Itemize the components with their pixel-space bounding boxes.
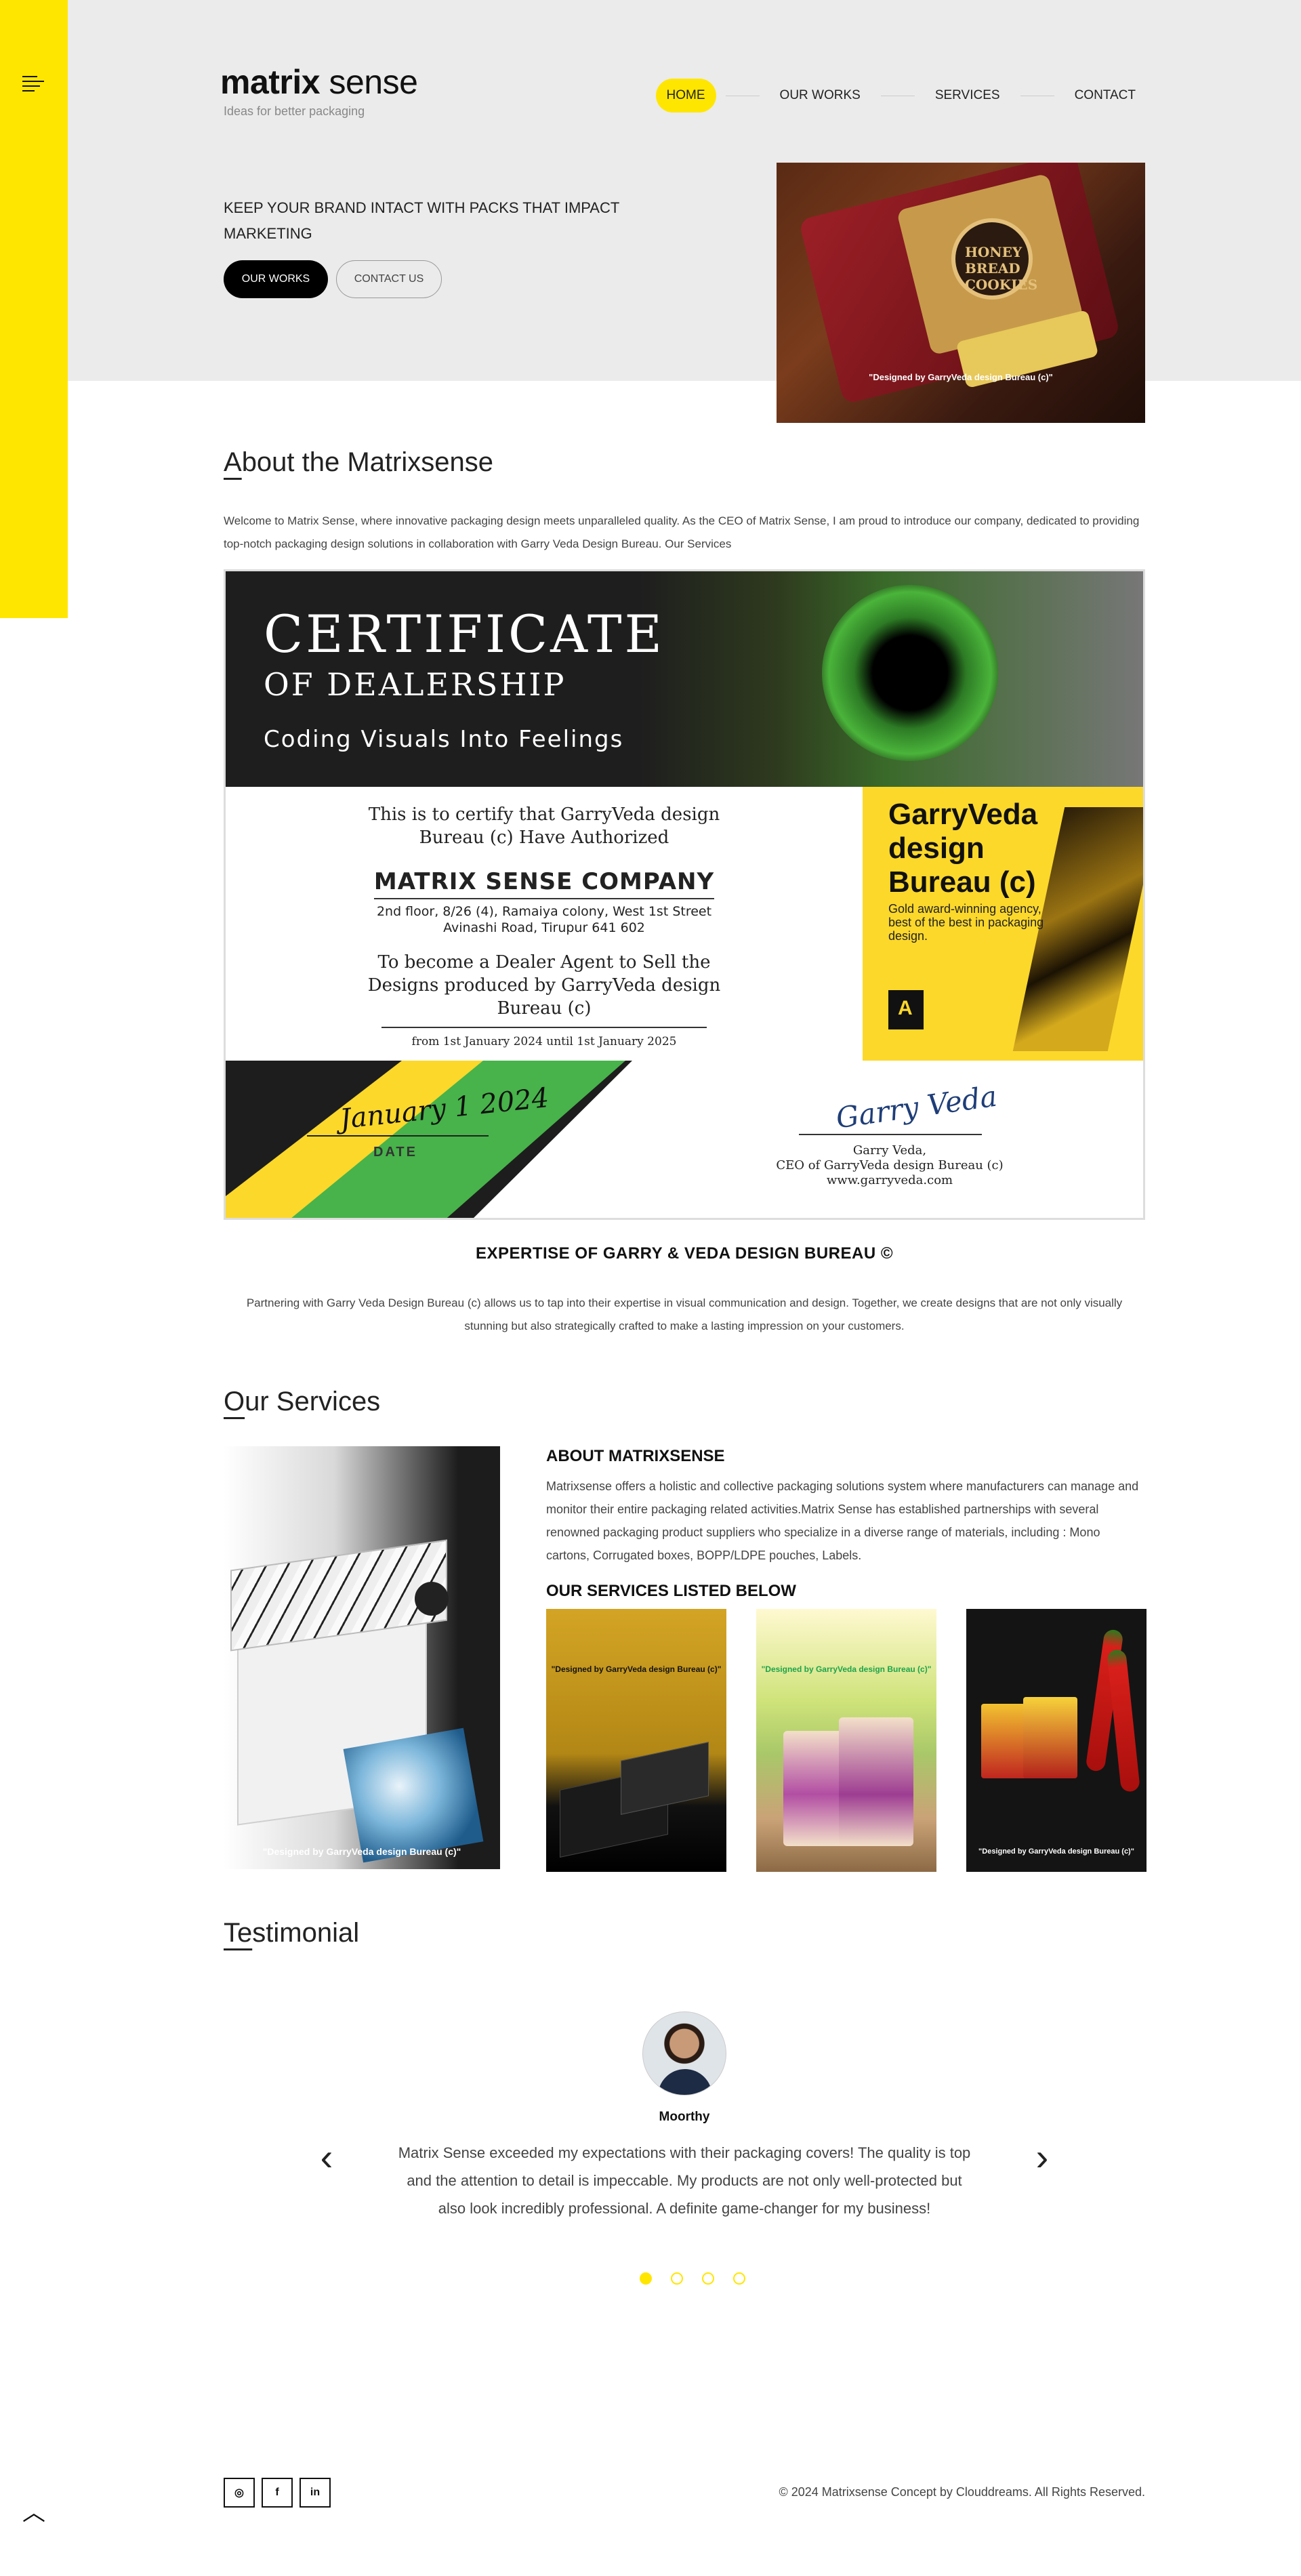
certificate-tagline: Coding Visuals Into Feelings [264,726,624,753]
hero-headline: KEEP YOUR BRAND INTACT WITH PACKS THAT I… [224,199,619,242]
wax-seal [415,1582,449,1616]
snack-pack [981,1704,1027,1778]
company-address-2: Avinashi Road, Tirupur 641 602 [443,920,645,935]
garryveda-description: Gold award-winning agency, best of the b… [888,902,1044,943]
chevron-left-icon[interactable]: ‹ [313,2138,340,2176]
garryveda-panel: GarryVeda design Bureau (c) Gold award-w… [863,787,1143,1061]
certificate-body: This is to certify that GarryVeda design… [226,787,863,1061]
expertise-text: Partnering with Garry Veda Design Bureau… [246,1296,1123,1332]
brand-name: matrix sense [220,63,418,101]
certificate-title: CERTIFICATE [264,604,665,664]
social-links: ◎ f in [224,2478,331,2508]
service-card-snack[interactable]: "Designed by GarryVeda design Bureau (c)… [966,1609,1147,1872]
company-name: MATRIX SENSE COMPANY [373,868,715,899]
garryveda-logo-icon [888,990,924,1029]
copyright: © 2024 Matrixsense Concept by Clouddream… [779,2485,1145,2499]
services-title: Our Services [224,1387,381,1416]
expertise-title: EXPERTISE OF GARRY & VEDA DESIGN BUREAU … [475,1244,894,1263]
avatar [642,2011,726,2095]
testimonial-title: Testimonial [224,1918,360,1948]
certificate-purpose: To become a Dealer Agent to Sell the Des… [367,952,721,1019]
nav-our-works[interactable]: OUR WORKS [769,79,871,113]
chevron-right-icon[interactable]: › [1029,2138,1056,2176]
side-panel [0,0,68,618]
testimonial-author: Moorthy [659,2110,710,2124]
certificate-footer: January 1 2024 DATE Garry Veda Garry Ved… [226,1061,1143,1218]
signer-website: www.garryveda.com [826,1173,953,1187]
signature: Garry Veda [833,1079,999,1135]
nav-home[interactable]: HOME [655,79,716,113]
certificate-subtitle: OF DEALERSHIP [264,666,566,703]
our-works-button[interactable]: OUR WORKS [224,260,328,298]
main-nav: HOME OUR WORKS SERVICES CONTACT [655,79,1147,113]
menu-icon[interactable] [22,76,44,92]
about-title: About the Matrixsense [224,447,493,477]
service-card-gift-box[interactable]: "Designed by GarryVeda design Bureau (c)… [546,1609,726,1872]
card-caption: "Designed by GarryVeda design Bureau (c)… [551,1664,722,1674]
card-caption: "Designed by GarryVeda design Bureau (c)… [978,1847,1134,1856]
certificate-header: CERTIFICATE OF DEALERSHIP Coding Visuals… [226,571,1143,787]
blue-card [343,1727,484,1863]
contact-us-button[interactable]: CONTACT US [336,260,442,298]
carousel-dots [640,2272,745,2285]
brand-logo[interactable]: matrix sense Ideas for better packaging [220,62,418,119]
signature-line [799,1134,982,1135]
services-feature-image: "Designed by GarryVeda design Bureau (c)… [224,1446,500,1869]
gift-box [621,1742,709,1815]
pouch [839,1717,913,1846]
date-line [307,1135,489,1137]
hero-buttons: OUR WORKS CONTACT US [224,260,442,298]
about-matrixsense-heading: ABOUT MATRIXSENSE [546,1447,725,1465]
about-matrixsense-text: Matrixsense offers a holistic and collec… [546,1479,1139,1562]
image-caption: "Designed by GarryVeda design Bureau (c)… [869,372,1053,382]
testimonial-quote: Matrix Sense exceeded my expectations wi… [398,2144,971,2217]
carousel-dot[interactable] [733,2272,745,2285]
services-list-heading: OUR SERVICES LISTED BELOW [546,1582,796,1600]
signer-info: Garry Veda, CEO of GarryVeda design Bure… [754,1143,1025,1188]
service-card-pouch[interactable]: "Designed by GarryVeda design Bureau (c)… [756,1609,936,1872]
brand-tagline: Ideas for better packaging [224,104,365,118]
date-label: DATE [373,1145,417,1160]
signer-title: CEO of GarryVeda design Bureau (c) [776,1158,1004,1172]
signer-name: Garry Veda, [852,1143,927,1158]
dealership-certificate: CERTIFICATE OF DEALERSHIP Coding Visuals… [224,569,1145,1220]
company-address-1: 2nd floor, 8/26 (4), Ramaiya colony, Wes… [376,904,712,919]
carousel-dot[interactable] [702,2272,714,2285]
carousel-dot[interactable] [671,2272,683,2285]
eye-image [822,585,998,761]
hero-product-image: HONEY BREAD COOKIES "Designed by GarryVe… [777,163,1145,423]
tin-seal-text: HONEY BREAD COOKIES [965,244,1038,293]
garryveda-name: GarryVeda design Bureau (c) [888,798,1038,899]
snack-pack [1023,1697,1077,1778]
linkedin-icon[interactable]: in [300,2478,331,2508]
facebook-icon[interactable]: f [262,2478,293,2508]
carousel-dot[interactable] [640,2272,652,2285]
certify-line: This is to certify that GarryVeda design… [368,804,720,848]
chevron-up-icon[interactable]: ︿ [20,2499,47,2527]
image-caption: "Designed by GarryVeda design Bureau (c)… [262,1846,461,1857]
nav-services[interactable]: SERVICES [924,79,1011,113]
about-text: Welcome to Matrix Sense, where innovativ… [224,514,1140,550]
nav-contact[interactable]: CONTACT [1064,79,1147,113]
card-caption: "Designed by GarryVeda design Bureau (c)… [761,1664,932,1674]
divider [381,1027,707,1028]
validity-period: from 1st January 2024 until 1st January … [411,1035,677,1048]
instagram-icon[interactable]: ◎ [224,2478,255,2508]
chili [1107,1649,1140,1793]
